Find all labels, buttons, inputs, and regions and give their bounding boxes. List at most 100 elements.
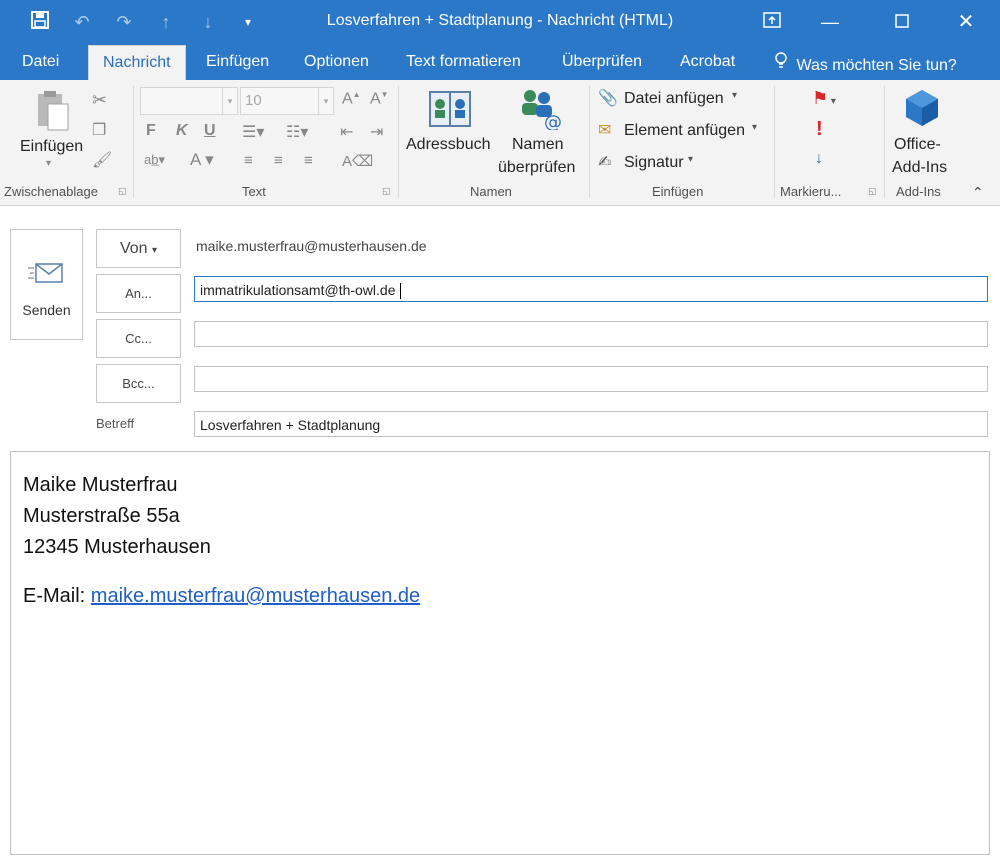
collapse-ribbon-icon[interactable]: ⌃ bbox=[972, 184, 984, 201]
paperclip-icon: 📎 bbox=[598, 90, 618, 107]
from-button[interactable]: Von ▾ bbox=[96, 229, 181, 268]
to-button[interactable]: An... bbox=[96, 274, 181, 313]
tell-me-label: Was möchten Sie tun? bbox=[796, 57, 957, 74]
check-names-label-2: überprüfen bbox=[498, 159, 576, 176]
body-email-line: E-Mail: maike.musterfrau@musterhausen.de bbox=[23, 585, 420, 608]
attach-file-label: Datei anfügen bbox=[624, 90, 724, 107]
ribbon-display-icon[interactable] bbox=[760, 10, 784, 34]
subject-field[interactable]: Losverfahren + Stadtplanung bbox=[194, 411, 988, 437]
text-launcher-icon[interactable]: ◱ bbox=[382, 186, 391, 197]
font-name-combo[interactable]: ▾ bbox=[140, 87, 238, 115]
highlight-icon[interactable]: ab̲▾ bbox=[144, 152, 165, 168]
numbering-icon[interactable]: ☷▾ bbox=[286, 122, 308, 142]
separator bbox=[774, 86, 775, 198]
cut-icon[interactable]: ✂ bbox=[92, 90, 107, 111]
tab-einfuegen[interactable]: Einfügen bbox=[198, 52, 277, 80]
ribbon: Einfügen ▾ ✂ ❐ 🖌 Zwischenablage ◱ ▾ 10 ▾… bbox=[0, 80, 1000, 206]
bcc-field[interactable] bbox=[194, 366, 988, 392]
office-addins-label-2: Add-Ins bbox=[892, 159, 948, 176]
from-dropdown-icon: ▾ bbox=[152, 245, 158, 256]
separator bbox=[589, 86, 590, 198]
insert-group-label: Einfügen bbox=[652, 184, 704, 199]
ribbon-tabs: Datei Nachricht Einfügen Optionen Text f… bbox=[0, 44, 1000, 81]
cc-button[interactable]: Cc... bbox=[96, 319, 181, 358]
clipboard-group-label: Zwischenablage bbox=[4, 184, 98, 199]
check-names-icon: @ bbox=[516, 86, 562, 135]
bold-icon[interactable]: F bbox=[146, 122, 156, 140]
window-title: Losverfahren + Stadtplanung - Nachricht … bbox=[326, 12, 674, 29]
paste-label: Einfügen bbox=[20, 138, 84, 155]
attach-item-label: Element anfügen bbox=[624, 122, 745, 139]
addressbook-label: Adressbuch bbox=[406, 136, 491, 153]
subject-label: Betreff bbox=[96, 416, 135, 431]
paste-dropdown-icon: ▾ bbox=[46, 158, 52, 169]
paste-button[interactable]: Einfügen ▾ bbox=[16, 86, 86, 176]
tab-optionen[interactable]: Optionen bbox=[296, 52, 377, 80]
body-email-prefix: E-Mail: bbox=[23, 585, 91, 607]
signature-dropdown-icon: ▾ bbox=[688, 154, 694, 165]
addressbook-button[interactable]: Adressbuch bbox=[404, 84, 496, 176]
body-street: Musterstraße 55a bbox=[23, 505, 180, 527]
close-icon[interactable]: ✕ bbox=[954, 10, 978, 34]
to-value: immatrikulationsamt@th-owl.de bbox=[200, 282, 396, 298]
underline-icon[interactable]: U bbox=[204, 122, 216, 140]
check-names-button[interactable]: @ Namen überprüfen bbox=[496, 84, 584, 180]
low-importance-icon[interactable]: ↓ bbox=[815, 150, 823, 168]
tab-text-formatieren[interactable]: Text formatieren bbox=[398, 52, 529, 80]
italic-icon[interactable]: K bbox=[176, 122, 188, 140]
text-group-label: Text bbox=[242, 184, 266, 199]
font-size-combo[interactable]: 10 ▾ bbox=[240, 87, 334, 115]
maximize-icon[interactable] bbox=[890, 10, 914, 34]
from-address: maike.musterfrau@musterhausen.de bbox=[196, 238, 427, 254]
follow-up-flag-icon[interactable]: ⚑ ▾ bbox=[812, 88, 836, 109]
copy-icon[interactable]: ❐ bbox=[92, 120, 106, 140]
send-button[interactable]: Senden bbox=[10, 229, 83, 340]
tab-datei[interactable]: Datei bbox=[14, 52, 67, 80]
tab-acrobat[interactable]: Acrobat bbox=[672, 52, 743, 80]
increase-indent-icon[interactable]: ⇥ bbox=[370, 122, 383, 142]
align-right-icon[interactable]: ≡ bbox=[304, 152, 313, 169]
format-painter-icon[interactable]: 🖌 bbox=[92, 150, 112, 170]
clear-formatting-icon[interactable]: A⌫ bbox=[342, 152, 373, 170]
tab-ueberpruefen[interactable]: Überprüfen bbox=[554, 52, 650, 80]
office-addins-icon bbox=[902, 88, 942, 133]
to-field[interactable]: immatrikulationsamt@th-owl.de bbox=[194, 276, 988, 302]
signature-button[interactable]: ✍ Signatur ▾ bbox=[598, 152, 768, 176]
tab-nachricht[interactable]: Nachricht bbox=[88, 45, 186, 81]
check-names-label-1: Namen bbox=[512, 136, 564, 153]
body-city: 12345 Musterhausen bbox=[23, 536, 211, 558]
clipboard-launcher-icon[interactable]: ◱ bbox=[118, 186, 127, 197]
high-importance-icon[interactable]: ! bbox=[816, 118, 823, 141]
decrease-indent-icon[interactable]: ⇤ bbox=[340, 122, 353, 142]
lightbulb-icon bbox=[774, 52, 792, 76]
office-addins-label-1: Office- bbox=[894, 136, 941, 153]
title-bar: ↶ ↷ ↑ ↓ ▾ Losverfahren + Stadtplanung - … bbox=[0, 0, 1000, 44]
attach-item-dropdown-icon: ▾ bbox=[752, 122, 758, 133]
minimize-icon[interactable]: — bbox=[818, 10, 842, 34]
svg-text:@: @ bbox=[544, 112, 562, 130]
signature-label: Signatur bbox=[624, 154, 684, 171]
separator bbox=[398, 86, 399, 198]
tell-me-search[interactable]: Was möchten Sie tun? bbox=[766, 52, 965, 80]
size-dropdown-icon: ▾ bbox=[318, 88, 333, 114]
attach-item-icon: ✉ bbox=[598, 122, 612, 139]
names-group-label: Namen bbox=[470, 184, 512, 199]
font-size-value: 10 bbox=[245, 92, 262, 109]
attach-item-button[interactable]: ✉ Element anfügen ▾ bbox=[598, 120, 768, 144]
align-center-icon[interactable]: ≡ bbox=[274, 152, 283, 169]
bullets-icon[interactable]: ☰▾ bbox=[242, 122, 264, 142]
font-color-icon[interactable]: A ▾ bbox=[190, 150, 214, 170]
separator bbox=[884, 86, 885, 198]
shrink-font-icon[interactable]: A▼ bbox=[370, 90, 389, 108]
attach-file-button[interactable]: 📎 Datei anfügen ▾ bbox=[598, 88, 768, 112]
grow-font-icon[interactable]: A▲ bbox=[342, 90, 361, 108]
align-left-icon[interactable]: ≡ bbox=[244, 152, 253, 169]
separator bbox=[133, 86, 134, 198]
body-email-link[interactable]: maike.musterfrau@musterhausen.de bbox=[91, 585, 420, 607]
message-body[interactable]: Maike Musterfrau Musterstraße 55a 12345 … bbox=[10, 451, 990, 855]
tags-launcher-icon[interactable]: ◱ bbox=[868, 186, 877, 197]
office-addins-button[interactable]: Office- Add-Ins bbox=[888, 84, 958, 180]
clipboard-icon bbox=[36, 90, 70, 137]
cc-field[interactable] bbox=[194, 321, 988, 347]
bcc-button[interactable]: Bcc... bbox=[96, 364, 181, 403]
